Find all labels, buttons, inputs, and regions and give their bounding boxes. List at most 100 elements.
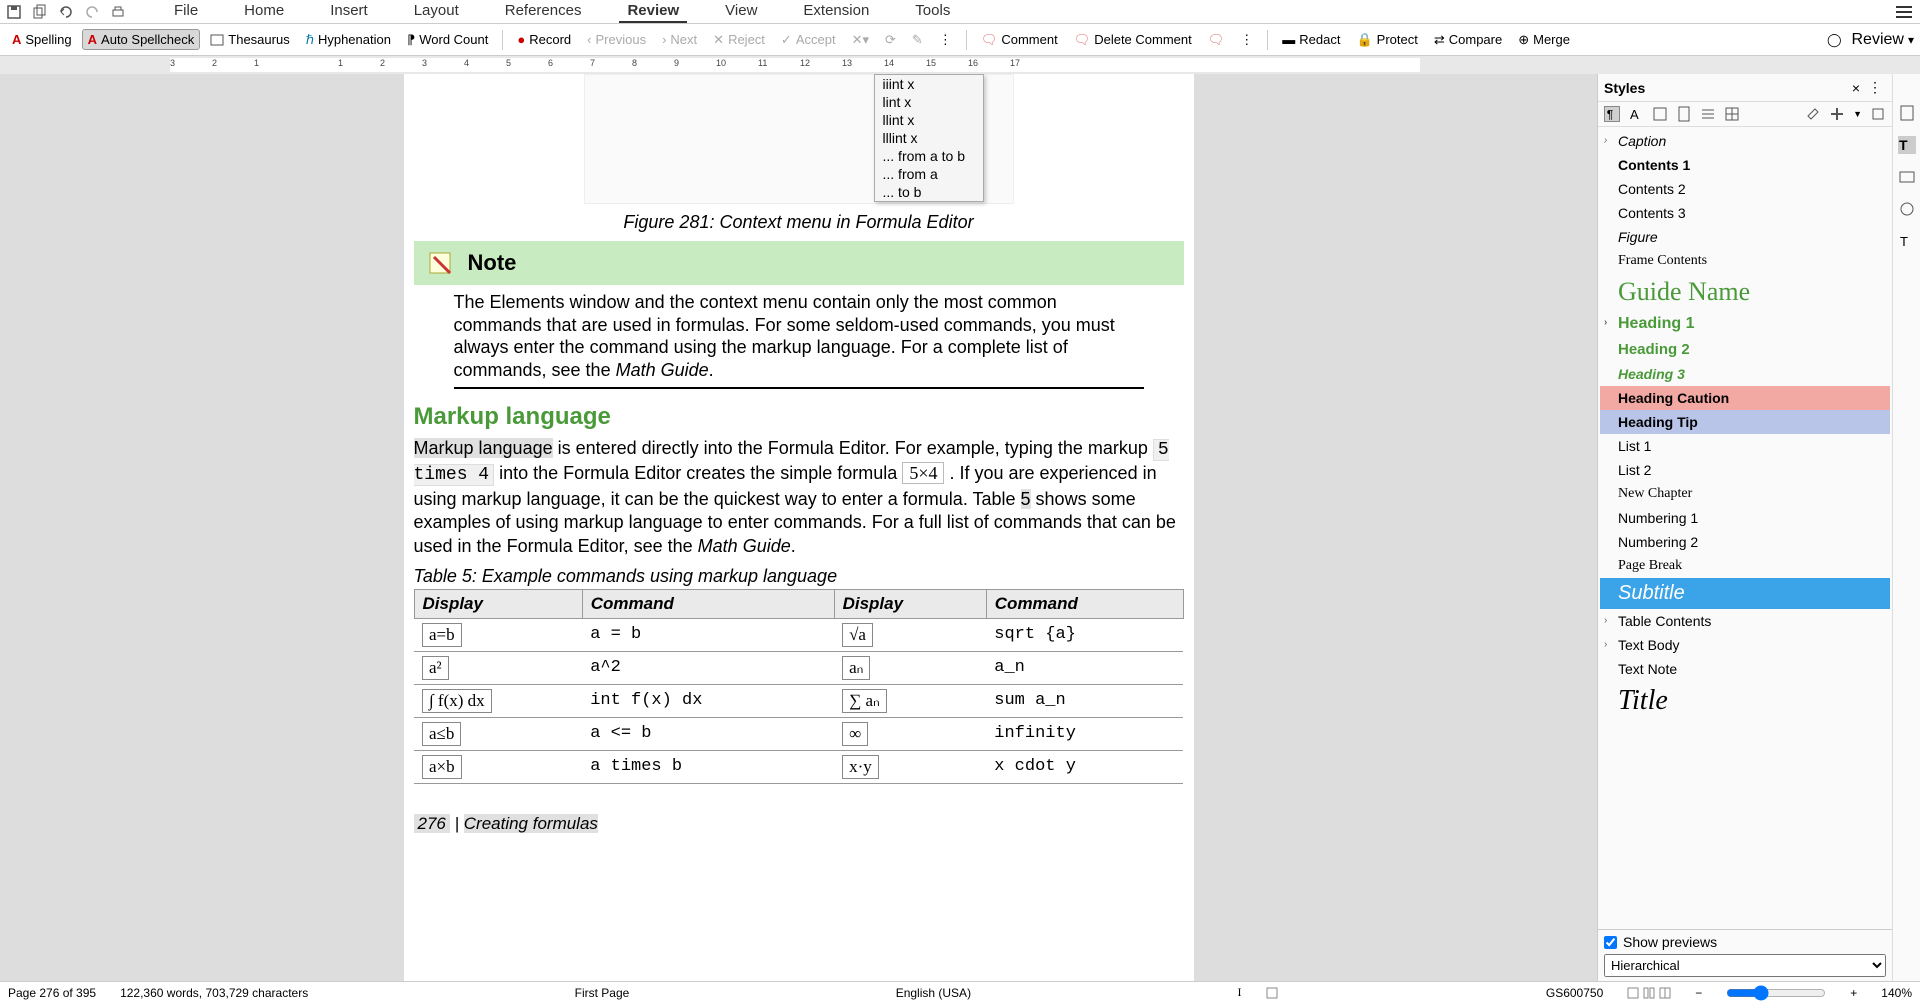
character-styles-icon[interactable]: A — [1628, 106, 1644, 122]
update-style-icon[interactable] — [1870, 106, 1886, 122]
comment-button[interactable]: 🗨Comment — [975, 29, 1064, 51]
table-styles-icon[interactable] — [1724, 106, 1740, 122]
styles-icon[interactable]: T — [1898, 136, 1916, 154]
style-item-heading-3[interactable]: Heading 3 — [1600, 362, 1890, 386]
style-item-subtitle[interactable]: Subtitle — [1600, 578, 1890, 609]
context-menu-item[interactable]: lllint x — [875, 129, 983, 147]
style-item-text-note[interactable]: Text Note — [1600, 657, 1890, 681]
view-mode-icons[interactable] — [1627, 987, 1671, 999]
tab-file[interactable]: File — [166, 0, 206, 23]
reject-all-icon[interactable]: ✕▾ — [846, 29, 875, 51]
style-item-numbering-2[interactable]: Numbering 2 — [1600, 530, 1890, 554]
status-insert-mode[interactable]: I — [1237, 985, 1241, 1000]
style-item-figure[interactable]: Figure — [1600, 225, 1890, 249]
tab-home[interactable]: Home — [236, 0, 292, 23]
style-item-frame-contents[interactable]: Frame Contents — [1600, 249, 1890, 273]
thesaurus-button[interactable]: Thesaurus — [204, 29, 295, 50]
chevron-right-icon[interactable]: › — [1604, 615, 1607, 626]
style-item-heading-1[interactable]: ›Heading 1 — [1600, 311, 1890, 337]
hamburger-icon[interactable] — [1894, 4, 1914, 20]
properties-icon[interactable] — [1898, 104, 1916, 122]
style-item-title[interactable]: Title — [1600, 681, 1890, 721]
style-item-numbering-1[interactable]: Numbering 1 — [1600, 506, 1890, 530]
fill-format-icon[interactable] — [1805, 106, 1821, 122]
hyphenation-button[interactable]: ℏHyphenation — [300, 29, 397, 51]
styles-filter-select[interactable]: Hierarchical — [1604, 954, 1886, 977]
next-button[interactable]: ›Next — [656, 29, 703, 50]
print-icon[interactable] — [110, 4, 126, 20]
kebab-icon-2[interactable]: ⋮ — [1234, 29, 1259, 51]
new-style-icon[interactable] — [1829, 106, 1845, 122]
tab-insert[interactable]: Insert — [322, 0, 376, 23]
style-item-table-contents[interactable]: ›Table Contents — [1600, 609, 1890, 633]
word-count-button[interactable]: ⁋Word Count — [401, 29, 494, 51]
status-words[interactable]: 122,360 words, 703,729 characters — [120, 986, 308, 1000]
style-item-guide-name[interactable]: Guide Name — [1600, 273, 1890, 311]
status-page[interactable]: Page 276 of 395 — [8, 986, 96, 1000]
style-item-text-body[interactable]: ›Text Body — [1600, 633, 1890, 657]
tab-layout[interactable]: Layout — [406, 0, 467, 23]
track-changes-toggle-icon[interactable]: ◯ — [1821, 29, 1848, 51]
context-menu-item[interactable]: ... to b — [875, 183, 983, 201]
navigator-icon[interactable] — [1898, 200, 1916, 218]
page-icon[interactable]: T — [1898, 232, 1916, 250]
style-item-heading-tip[interactable]: Heading Tip — [1600, 410, 1890, 434]
next-comment-icon[interactable]: 🗨 — [1202, 29, 1231, 51]
context-menu-item[interactable]: llint x — [875, 111, 983, 129]
style-item-caption[interactable]: ›Caption — [1600, 129, 1890, 153]
chevron-down-icon[interactable]: ▾ — [1908, 33, 1914, 47]
spelling-button[interactable]: ASpelling — [6, 29, 78, 50]
close-icon[interactable]: × — [1848, 80, 1864, 96]
kebab-icon[interactable]: ⋮ — [1864, 79, 1886, 96]
chevron-right-icon[interactable]: › — [1604, 135, 1607, 146]
style-item-page-break[interactable]: Page Break — [1600, 554, 1890, 578]
merge-button[interactable]: ⊕Merge — [1512, 29, 1576, 51]
style-item-contents-1[interactable]: Contents 1 — [1600, 153, 1890, 177]
gallery-icon[interactable] — [1898, 168, 1916, 186]
context-menu-item[interactable]: ... from a — [875, 165, 983, 183]
status-language[interactable]: English (USA) — [896, 986, 971, 1000]
show-previews-checkbox[interactable]: Show previews — [1604, 934, 1886, 950]
delete-comment-button[interactable]: 🗨Delete Comment — [1068, 29, 1198, 51]
zoom-in-icon[interactable]: + — [1850, 986, 1857, 1000]
auto-spellcheck-button[interactable]: AAuto Spellcheck — [82, 29, 201, 50]
zoom-out-icon[interactable]: − — [1695, 986, 1702, 1000]
style-list[interactable]: ›CaptionContents 1Contents 2Contents 3Fi… — [1598, 127, 1892, 929]
list-styles-icon[interactable] — [1700, 106, 1716, 122]
review-label[interactable]: Review — [1852, 31, 1904, 49]
tab-references[interactable]: References — [497, 0, 590, 23]
status-page-style[interactable]: First Page — [575, 986, 630, 1000]
horizontal-ruler[interactable]: 3211234567891011121314151617 — [170, 58, 1420, 72]
context-menu-item[interactable]: iiint x — [875, 75, 983, 93]
context-menu-item[interactable]: ... from a to b — [875, 147, 983, 165]
record-button[interactable]: ●Record — [511, 29, 577, 50]
style-item-heading-caution[interactable]: Heading Caution — [1600, 386, 1890, 410]
duplicate-icon[interactable] — [32, 4, 48, 20]
tab-tools[interactable]: Tools — [907, 0, 958, 23]
compare-button[interactable]: ⇄Compare — [1428, 29, 1508, 51]
tab-view[interactable]: View — [717, 0, 765, 23]
document-area[interactable]: iiint xlint xllint xlllint x... from a t… — [0, 74, 1597, 981]
style-item-heading-2[interactable]: Heading 2 — [1600, 337, 1890, 362]
redo-icon[interactable] — [84, 4, 100, 20]
undo-icon[interactable] — [58, 4, 74, 20]
tab-review[interactable]: Review — [619, 0, 687, 23]
zoom-slider[interactable] — [1726, 985, 1826, 1001]
status-selection-mode-icon[interactable] — [1265, 986, 1279, 1000]
context-menu-item[interactable]: lint x — [875, 93, 983, 111]
status-zoom[interactable]: 140% — [1881, 986, 1912, 1000]
style-item-new-chapter[interactable]: New Chapter — [1600, 482, 1890, 506]
chevron-right-icon[interactable]: › — [1604, 639, 1607, 650]
accept-all-icon[interactable]: ⟳ — [879, 29, 902, 51]
page-styles-icon[interactable] — [1676, 106, 1692, 122]
frame-styles-icon[interactable] — [1652, 106, 1668, 122]
reject-button[interactable]: ✕Reject — [707, 29, 771, 51]
save-icon[interactable] — [6, 4, 22, 20]
tab-extension[interactable]: Extension — [795, 0, 877, 23]
style-item-list-2[interactable]: List 2 — [1600, 458, 1890, 482]
manage-changes-icon[interactable]: ✎ — [906, 29, 929, 51]
chevron-right-icon[interactable]: › — [1604, 317, 1607, 328]
style-item-contents-3[interactable]: Contents 3 — [1600, 201, 1890, 225]
dropdown-icon[interactable]: ▼ — [1853, 109, 1862, 119]
redact-button[interactable]: ▬Redact — [1276, 29, 1346, 50]
